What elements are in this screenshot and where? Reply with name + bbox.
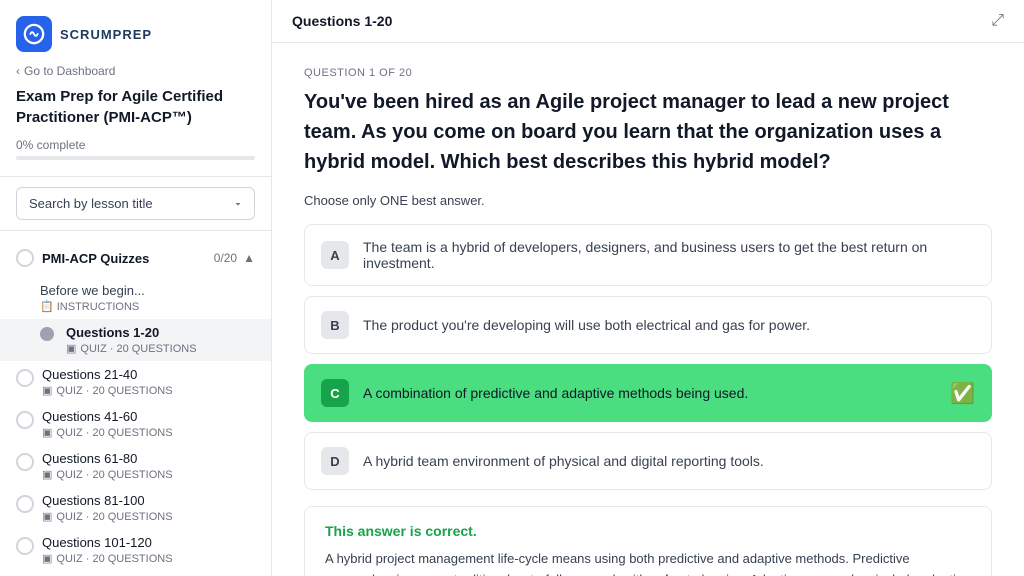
section-circle-icon — [16, 249, 34, 267]
section-header-left: PMI-ACP Quizzes — [16, 249, 149, 267]
main-topbar: Questions 1-20 ⤢ — [272, 0, 1024, 43]
answer-option-a[interactable]: A The team is a hybrid of developers, de… — [304, 224, 992, 286]
answer-letter-a: A — [321, 241, 349, 269]
feedback-text: A hybrid project management life-cycle m… — [325, 549, 971, 576]
main-body: QUESTION 1 OF 20 You've been hired as an… — [272, 43, 1024, 576]
chevron-up-icon: ▲ — [243, 251, 255, 265]
circle-icon — [16, 453, 34, 471]
section-header[interactable]: PMI-ACP Quizzes 0/20 ▲ — [0, 239, 271, 277]
lesson-meta: ▣QUIZ · 20 QUESTIONS — [42, 468, 173, 481]
section-title: PMI-ACP Quizzes — [42, 251, 149, 266]
main-topbar-title: Questions 1-20 — [292, 13, 392, 29]
logo-text: SCRUMPREP — [60, 27, 152, 42]
progress-section: 0% complete — [16, 138, 255, 160]
correct-check-icon: ✅ — [950, 381, 975, 406]
list-item[interactable]: Questions 21-40 ▣QUIZ · 20 QUESTIONS — [0, 361, 271, 403]
circle-icon — [16, 411, 34, 429]
list-item[interactable]: Questions 101-120 ▣QUIZ · 20 QUESTIONS — [0, 529, 271, 571]
circle-icon — [16, 369, 34, 387]
answer-letter-c: C — [321, 379, 349, 407]
main-content: Questions 1-20 ⤢ QUESTION 1 OF 20 You've… — [272, 0, 1024, 576]
lesson-search-select[interactable]: Search by lesson title — [16, 187, 255, 220]
sidebar: SCRUMPREP ‹ Go to Dashboard Exam Prep fo… — [0, 0, 272, 576]
lesson-meta: ▣QUIZ · 20 QUESTIONS — [42, 510, 173, 523]
section-count: 0/20 — [214, 251, 237, 265]
answer-text-b: The product you're developing will use b… — [363, 317, 975, 333]
answer-text-d: A hybrid team environment of physical an… — [363, 453, 975, 469]
answer-letter-b: B — [321, 311, 349, 339]
progress-label: 0% complete — [16, 138, 255, 152]
circle-icon — [16, 495, 34, 513]
answer-letter-d: D — [321, 447, 349, 475]
lesson-name: Before we begin... — [40, 283, 255, 298]
sidebar-header: SCRUMPREP ‹ Go to Dashboard Exam Prep fo… — [0, 0, 271, 177]
lesson-name: Questions 21-40 — [42, 367, 173, 382]
answer-text-c: A combination of predictive and adaptive… — [363, 385, 936, 401]
answer-option-d[interactable]: D A hybrid team environment of physical … — [304, 432, 992, 490]
lesson-meta: ▣QUIZ · 20 QUESTIONS — [42, 384, 173, 397]
active-dot-icon — [40, 327, 54, 341]
lesson-meta: ▣QUIZ · 20 QUESTIONS — [66, 342, 197, 355]
list-item[interactable]: Before we begin... 📋 INSTRUCTIONS — [0, 277, 271, 319]
lesson-meta: ▣QUIZ · 20 QUESTIONS — [42, 426, 173, 439]
question-text: You've been hired as an Agile project ma… — [304, 87, 992, 177]
sidebar-content: PMI-ACP Quizzes 0/20 ▲ Before we begin..… — [0, 231, 271, 576]
chevron-left-icon: ‹ — [16, 64, 20, 78]
list-item[interactable]: Questions 61-80 ▣QUIZ · 20 QUESTIONS — [0, 445, 271, 487]
lesson-name: Questions 61-80 — [42, 451, 173, 466]
back-link[interactable]: ‹ Go to Dashboard — [16, 64, 255, 78]
lesson-name: Questions 41-60 — [42, 409, 173, 424]
list-item[interactable]: Questions 81-100 ▣QUIZ · 20 QUESTIONS — [0, 487, 271, 529]
logo-area: SCRUMPREP — [16, 16, 255, 52]
logo-icon — [16, 16, 52, 52]
instruction-text: Choose only ONE best answer. — [304, 193, 992, 208]
feedback-box: This answer is correct. A hybrid project… — [304, 506, 992, 576]
lesson-name: Questions 101-120 — [42, 535, 173, 550]
lesson-meta: 📋 INSTRUCTIONS — [40, 300, 255, 313]
list-item[interactable]: Questions 1-20 ▣QUIZ · 20 QUESTIONS — [0, 319, 271, 361]
circle-icon — [16, 537, 34, 555]
lesson-name: Questions 1-20 — [66, 325, 197, 340]
search-box: Search by lesson title — [0, 177, 271, 231]
progress-bar-bg — [16, 156, 255, 160]
answer-option-b[interactable]: B The product you're developing will use… — [304, 296, 992, 354]
answer-text-a: The team is a hybrid of developers, desi… — [363, 239, 975, 271]
expand-icon[interactable]: ⤢ — [991, 12, 1004, 30]
answer-option-c[interactable]: C A combination of predictive and adapti… — [304, 364, 992, 422]
section-header-right: 0/20 ▲ — [214, 251, 255, 265]
feedback-correct-label: This answer is correct. — [325, 523, 971, 539]
question-label: QUESTION 1 OF 20 — [304, 67, 992, 79]
course-title: Exam Prep for Agile Certified Practition… — [16, 86, 255, 128]
lesson-meta: ▣QUIZ · 20 QUESTIONS — [42, 552, 173, 565]
list-item[interactable]: Questions 41-60 ▣QUIZ · 20 QUESTIONS — [0, 403, 271, 445]
lesson-name: Questions 81-100 — [42, 493, 173, 508]
